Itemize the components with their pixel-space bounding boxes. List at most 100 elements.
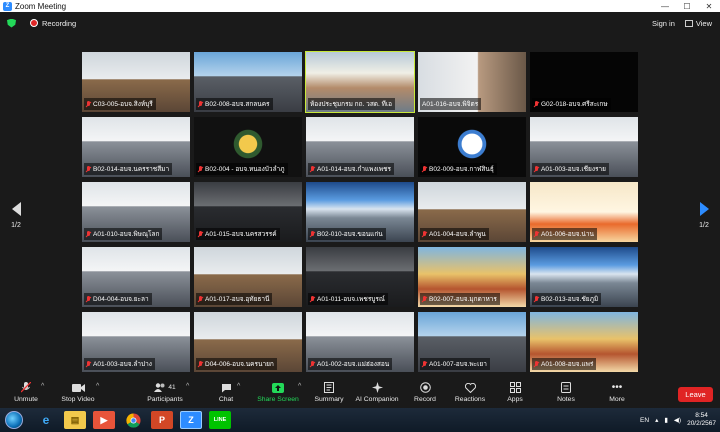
security-shield-icon[interactable] <box>7 18 16 28</box>
participant-tile[interactable]: A01-003-อบจ.ลำปาง <box>82 312 190 372</box>
participant-name: G02-018-อบจ.ศรีสะเกษ <box>541 101 608 108</box>
page-indicator-right: 1/2 <box>699 222 709 229</box>
audio-options-caret[interactable]: ^ <box>41 383 44 390</box>
notes-icon <box>559 382 573 393</box>
participant-tile[interactable]: B02-010-อบจ.ขอนแก่น <box>306 182 414 242</box>
stop-video-button[interactable]: Stop Video <box>58 382 98 403</box>
participant-name: A01-015-อบจ.นครสวรรค์ <box>205 231 277 238</box>
microphone-muted-icon <box>310 230 315 238</box>
previous-page-button[interactable]: 1/2 <box>6 202 26 229</box>
participant-tile[interactable]: A01-002-อบจ.แม่ฮ่องสอน <box>306 312 414 372</box>
recording-dot-icon <box>30 19 38 27</box>
participant-name-label: A01-002-อบจ.แม่ฮ่องสอน <box>308 358 393 370</box>
participant-name: A01-003-อบจ.ลำปาง <box>93 361 152 368</box>
participant-tile[interactable]: A01-008-อบจ.แพร่ <box>530 312 638 372</box>
participant-name-label: B02-009-อบจ.กาฬสินธุ์ <box>420 163 497 175</box>
participant-name: A01-014-อบจ.กำแพงเพชร <box>317 166 392 173</box>
maximize-button[interactable]: ☐ <box>676 2 698 11</box>
participant-tile[interactable]: ห้องประชุมกรม กถ. วสด. ทีเอ <box>305 51 415 113</box>
summary-label: Summary <box>314 396 344 403</box>
participant-tile[interactable]: A01-007-อบจ.พะเยา <box>418 312 526 372</box>
unmute-label: Unmute <box>14 396 38 403</box>
participant-tile[interactable]: A01-016-อบจ.พิจิตร <box>418 52 526 112</box>
volume-icon[interactable]: ◀) <box>674 416 681 424</box>
participant-name-label: A01-006-อบจ.น่าน <box>532 228 597 240</box>
recording-label[interactable]: Recording <box>42 19 76 28</box>
participant-tile[interactable]: A01-003-อบจ.เชียงราย <box>530 117 638 177</box>
microphone-muted-icon <box>86 295 91 303</box>
chat-options-caret[interactable]: ^ <box>237 383 240 390</box>
participant-name: A01-017-อบจ.อุทัยธานี <box>205 296 270 303</box>
tray-arrow-icon[interactable]: ▴ <box>655 416 658 424</box>
language-indicator[interactable]: EN <box>640 417 649 424</box>
unmute-button[interactable]: Unmute <box>10 382 42 403</box>
network-icon[interactable]: ▮ <box>664 416 668 424</box>
summary-button[interactable]: Summary <box>312 382 346 403</box>
windows-start-icon[interactable] <box>5 411 23 429</box>
close-button[interactable]: ✕ <box>698 2 720 11</box>
file-explorer-icon[interactable]: ▤ <box>64 411 86 429</box>
microphone-muted-icon <box>422 295 427 303</box>
participant-name-label: A01-016-อบจ.พิจิตร <box>420 98 482 110</box>
windows-taskbar: e ▤ ▶ P Z LINE EN ▴ ▮ ◀) 8:54 20/2/2567 <box>0 408 720 432</box>
more-button[interactable]: ••• More <box>604 382 630 403</box>
ai-companion-button[interactable]: AI Companion <box>354 382 400 403</box>
participant-tile[interactable]: B02-014-อบจ.นครราชสีมา <box>82 117 190 177</box>
participants-options-caret[interactable]: ^ <box>186 383 189 390</box>
leave-button[interactable]: Leave <box>678 387 713 402</box>
share-options-caret[interactable]: ^ <box>298 383 301 390</box>
participant-tile[interactable]: D04-004-อบจ.ยะลา <box>82 247 190 307</box>
taskbar-clock[interactable]: 8:54 20/2/2567 <box>687 412 716 428</box>
microphone-muted-icon <box>534 100 539 108</box>
reactions-button[interactable]: Reactions <box>452 382 488 403</box>
participant-name: B02-014-อบจ.นครราชสีมา <box>93 166 170 173</box>
sign-in-button[interactable]: Sign in <box>652 19 675 28</box>
participant-tile[interactable]: B02-009-อบจ.กาฬสินธุ์ <box>418 117 526 177</box>
participant-tile[interactable]: A01-010-อบจ.พิษณุโลก <box>82 182 190 242</box>
media-player-icon[interactable]: ▶ <box>93 411 115 429</box>
grid-view-icon <box>684 20 693 28</box>
participant-tile[interactable]: A01-011-อบจ.เพชรบูรณ์ <box>306 247 414 307</box>
participant-tile[interactable]: A01-015-อบจ.นครสวรรค์ <box>194 182 302 242</box>
participant-tile[interactable]: B02-008-อบจ.สกลนคร <box>194 52 302 112</box>
record-button[interactable]: Record <box>410 382 440 403</box>
participant-name: B02-009-อบจ.กาฬสินธุ์ <box>429 166 494 173</box>
record-label: Record <box>414 396 436 403</box>
participant-tile[interactable]: A01-004-อบจ.ลำพูน <box>418 182 526 242</box>
participant-name: A01-008-อบจ.แพร่ <box>541 361 594 368</box>
participant-tile[interactable]: D04-006-อบจ.นครนายก <box>194 312 302 372</box>
participant-tile[interactable]: C03-005-อบจ.สิงห์บุรี <box>82 52 190 112</box>
participant-tile[interactable]: A01-006-อบจ.น่าน <box>530 182 638 242</box>
participant-name: D04-006-อบจ.นครนายก <box>205 361 274 368</box>
participants-button[interactable]: 41 Participants <box>144 382 186 403</box>
participant-tile[interactable]: B02-007-อบจ.มุกดาหาร <box>418 247 526 307</box>
share-screen-button[interactable]: Share Screen <box>256 382 300 403</box>
view-button[interactable]: View <box>684 19 712 28</box>
powerpoint-icon[interactable]: P <box>151 411 173 429</box>
participant-name-label: G02-018-อบจ.ศรีสะเกษ <box>532 98 611 110</box>
participant-tile[interactable]: B02-004 - อบจ.หนองบัวลำภู <box>194 117 302 177</box>
internet-explorer-icon[interactable]: e <box>35 411 57 429</box>
zoom-taskbar-icon[interactable]: Z <box>180 411 202 429</box>
chat-button[interactable]: Chat <box>212 382 240 403</box>
line-app-icon[interactable]: LINE <box>209 411 231 429</box>
notes-button[interactable]: Notes <box>553 382 579 403</box>
meeting-controls: Unmute ^ Stop Video ^ 41 Participants ^ … <box>0 376 720 408</box>
microphone-muted-icon <box>198 100 203 108</box>
microphone-muted-icon <box>422 230 427 238</box>
participant-tile[interactable]: G02-018-อบจ.ศรีสะเกษ <box>530 52 638 112</box>
chrome-icon[interactable] <box>122 411 144 429</box>
next-page-button[interactable]: 1/2 <box>694 202 714 229</box>
participant-tile[interactable]: A01-017-อบจ.อุทัยธานี <box>194 247 302 307</box>
participant-tile[interactable]: A01-014-อบจ.กำแพงเพชร <box>306 117 414 177</box>
video-options-caret[interactable]: ^ <box>96 383 99 390</box>
participant-name: A01-007-อบจ.พะเยา <box>429 361 487 368</box>
minimize-button[interactable]: — <box>654 2 676 11</box>
microphone-muted-icon <box>422 360 427 368</box>
apps-icon <box>508 382 522 393</box>
participant-tile[interactable]: B02-013-อบจ.ชัยภูมิ <box>530 247 638 307</box>
microphone-muted-icon <box>86 100 91 108</box>
microphone-muted-icon <box>86 165 91 173</box>
apps-button[interactable]: Apps <box>502 382 528 403</box>
participant-name: A01-004-อบจ.ลำพูน <box>429 231 486 238</box>
